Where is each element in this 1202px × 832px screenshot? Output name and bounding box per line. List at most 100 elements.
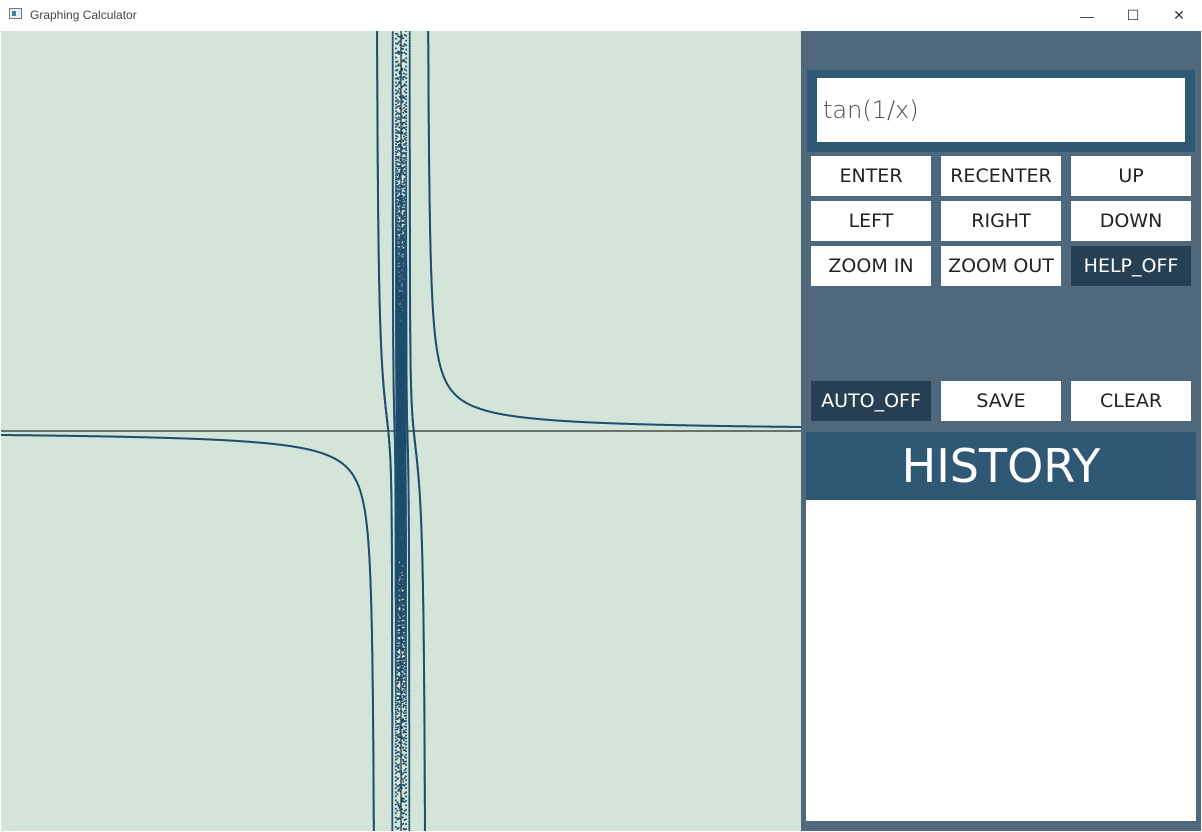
curve-point: [396, 193, 399, 196]
curve-point: [391, 829, 394, 831]
curve-point: [397, 156, 400, 158]
curve-point: [397, 599, 400, 602]
curve-point: [394, 681, 397, 684]
curve-point: [394, 749, 397, 752]
curve-point: [391, 32, 394, 35]
curve-point: [396, 151, 399, 154]
curve-point: [394, 799, 397, 802]
curve-point: [395, 153, 397, 156]
curve-point: [397, 630, 400, 633]
graph-plot: [1, 31, 801, 831]
curve-point: [396, 728, 399, 731]
curve-point: [394, 689, 397, 691]
curve-point: [397, 63, 400, 66]
curve-point: [397, 122, 400, 125]
curve-point: [395, 116, 397, 119]
curve-point: [394, 776, 397, 778]
curve-point: [394, 716, 397, 718]
curve-point: [395, 65, 397, 68]
curve-point: [394, 706, 397, 709]
curve-point: [396, 229, 399, 232]
curve-point: [396, 216, 399, 219]
curve-point: [397, 726, 400, 729]
curve-point: [394, 803, 397, 806]
curve-point: [396, 60, 399, 63]
curve-point: [397, 116, 400, 119]
curve-point: [395, 137, 397, 140]
curve-point: [394, 726, 397, 729]
curve-point: [397, 777, 400, 780]
curve-point: [397, 187, 400, 190]
curve-point: [391, 41, 394, 44]
curve-point: [397, 744, 400, 747]
curve-point: [394, 697, 397, 700]
curve-point: [394, 721, 397, 723]
curve-point: [394, 701, 397, 704]
curve-point: [395, 47, 397, 50]
close-button[interactable]: ✕: [1156, 0, 1202, 31]
curve-point: [397, 688, 400, 691]
curve-point: [396, 713, 399, 715]
curve-point: [395, 37, 397, 40]
curve-point: [397, 149, 400, 152]
curve-point: [394, 795, 397, 798]
window-title: Graphing Calculator: [30, 8, 137, 22]
curve-point: [396, 160, 399, 163]
curve-point: [395, 81, 397, 84]
curve-point: [394, 677, 397, 680]
curve-point: [394, 765, 397, 768]
curve-point: [397, 648, 400, 651]
curve-point: [395, 119, 397, 122]
curve-point: [396, 770, 399, 773]
curve-point: [391, 38, 394, 41]
curve-point: [397, 235, 400, 238]
curve-point: [396, 182, 399, 184]
curve-point: [395, 163, 397, 166]
curve-point: [394, 685, 397, 687]
curve-point: [396, 105, 399, 108]
curve-point: [394, 711, 397, 714]
curve-point: [397, 219, 400, 222]
curve-point: [396, 98, 399, 101]
curve-point: [397, 191, 400, 194]
curve-point: [394, 807, 397, 810]
curve-point: [395, 89, 397, 92]
curve-point: [396, 809, 399, 812]
curve-point: [394, 670, 397, 673]
maximize-button[interactable]: ☐: [1110, 0, 1156, 31]
curve-point: [395, 176, 397, 179]
curve-point: [397, 681, 400, 684]
curve-point: [396, 189, 399, 192]
curve-point: [396, 764, 399, 766]
curve-point: [394, 791, 397, 794]
curve-point: [394, 779, 397, 782]
curve-point: [397, 750, 400, 753]
curve-point: [396, 146, 399, 149]
curve-point: [396, 757, 399, 760]
curve-point: [396, 84, 399, 87]
curve-point: [396, 173, 399, 176]
minimize-button[interactable]: —: [1064, 0, 1110, 31]
curve-point: [396, 671, 399, 674]
curve-point: [394, 737, 397, 740]
curve-point: [397, 41, 400, 44]
curve-point: [396, 68, 399, 71]
curve-point: [397, 208, 400, 211]
graph-canvas[interactable]: [1, 31, 801, 831]
curve-point: [397, 826, 400, 829]
curve-point: [397, 608, 400, 611]
curve-point: [396, 169, 399, 172]
curve-point: [394, 812, 397, 815]
curve-point: [395, 167, 397, 170]
curve-point: [395, 158, 397, 161]
curve-point: [391, 45, 394, 48]
curve-point: [397, 78, 400, 80]
curve-point: [397, 675, 400, 678]
curve-point: [395, 148, 397, 151]
curve-point: [396, 124, 399, 127]
curve-point: [397, 616, 400, 618]
curve-point: [391, 31, 394, 34]
app-icon: [9, 8, 22, 19]
curve-point: [397, 754, 400, 757]
curve-point: [396, 690, 399, 693]
